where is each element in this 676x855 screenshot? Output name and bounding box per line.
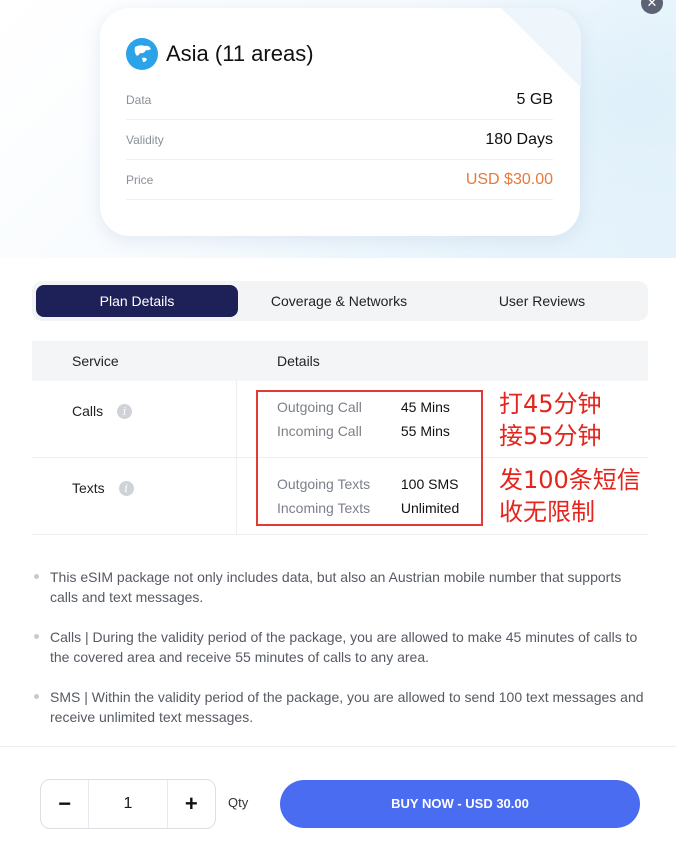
plan-row-label: Data (126, 92, 152, 107)
price-value: USD $30.00 (465, 170, 553, 188)
service-name: Texts (72, 480, 105, 496)
buy-now-button[interactable]: BUY NOW - USD 30.00 (280, 780, 640, 828)
annotation-highlight-box (256, 390, 483, 526)
plan-row-value: 5 GB (516, 90, 553, 108)
annotation-text: 接55分钟 (499, 422, 602, 450)
plan-row-label: Validity (126, 132, 164, 147)
plan-title: Asia (11 areas) (166, 41, 314, 66)
annotation-text: 打45分钟 (499, 390, 602, 418)
service-cell: Texts i (72, 480, 134, 496)
tab-user-reviews[interactable]: User Reviews (440, 285, 644, 317)
column-header-service: Service (72, 353, 119, 369)
qty-label: Qty (228, 795, 249, 810)
plan-row-validity: Validity 180 Days (126, 120, 553, 160)
column-divider (236, 458, 237, 534)
plan-row-price: Price USD $30.00 (126, 160, 553, 200)
annotation-calls: 打45分钟 接55分钟 (499, 388, 602, 452)
tab-bar: Plan Details Coverage & Networks User Re… (32, 281, 648, 321)
decrement-button[interactable]: − (41, 780, 88, 828)
list-item: SMS | Within the validity period of the … (32, 687, 648, 727)
annotation-text: 发100条短信 (499, 466, 641, 494)
service-cell: Calls i (72, 403, 133, 419)
annotation-text: 收无限制 (499, 498, 595, 526)
tab-plan-details[interactable]: Plan Details (36, 285, 238, 317)
plan-header: Asia (11 areas) (126, 38, 314, 70)
annotation-texts: 发100条短信 收无限制 (499, 464, 641, 528)
column-header-details: Details (277, 353, 320, 369)
column-divider (236, 381, 237, 457)
service-name: Calls (72, 403, 104, 419)
table-header: Service Details (32, 341, 648, 381)
list-item: This eSIM package not only includes data… (32, 567, 648, 607)
quantity-stepper: − 1 + (40, 779, 216, 829)
increment-button[interactable]: + (168, 780, 215, 828)
info-icon[interactable]: i (117, 403, 133, 419)
quantity-value[interactable]: 1 (88, 780, 168, 828)
tab-coverage-networks[interactable]: Coverage & Networks (238, 285, 440, 317)
plan-row-value: 180 Days (485, 130, 553, 148)
info-icon[interactable]: i (118, 480, 134, 496)
plan-row-data: Data 5 GB (126, 80, 553, 120)
list-item: Calls | During the validity period of th… (32, 627, 648, 667)
globe-icon (126, 38, 158, 70)
notes-list: This eSIM package not only includes data… (32, 567, 648, 747)
plan-row-label: Price (126, 172, 154, 187)
plan-card: Asia (11 areas) Data 5 GB Validity 180 D… (100, 8, 581, 236)
footer-divider (0, 746, 676, 747)
